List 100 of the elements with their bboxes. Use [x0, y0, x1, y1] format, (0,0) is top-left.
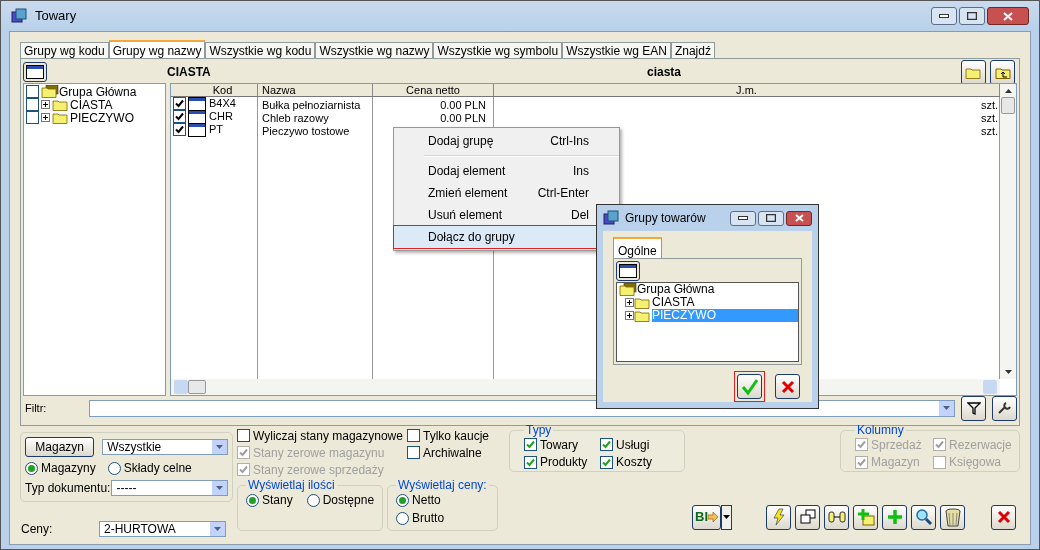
tree-item[interactable]: CIASTA	[70, 98, 113, 111]
expand-icon[interactable]	[41, 113, 50, 122]
checkbox[interactable]	[173, 97, 186, 110]
radio-button[interactable]	[396, 493, 410, 507]
checkbox-label: Księgowa	[949, 456, 1002, 468]
checkbox-label: Sprzedaż	[871, 438, 922, 451]
expand-icon[interactable]	[625, 311, 634, 320]
checkbox[interactable]	[600, 438, 613, 451]
add-group-button[interactable]	[853, 504, 878, 530]
checkbox[interactable]	[524, 438, 537, 451]
close-button[interactable]	[786, 210, 812, 226]
checkbox[interactable]	[173, 123, 186, 136]
checkbox-label: Tylko kaucje	[423, 429, 490, 442]
cancel-button[interactable]	[775, 374, 800, 399]
trash-icon	[943, 507, 962, 527]
tools-button[interactable]	[992, 395, 1017, 421]
tree-item[interactable]: Grupa Główna	[59, 85, 137, 98]
menu-item[interactable]: Dodaj grupę Ctrl-Ins	[394, 130, 619, 152]
radio-button[interactable]	[246, 493, 259, 507]
ok-button[interactable]	[737, 374, 762, 399]
table-cell: szt.	[980, 111, 998, 124]
table-cell: szt.	[980, 98, 998, 111]
close-button[interactable]	[991, 504, 1016, 530]
expand-icon[interactable]	[625, 298, 634, 307]
lightning-button[interactable]	[766, 504, 791, 530]
warehouse-select[interactable]: Wszystkie	[102, 439, 228, 455]
copy-button[interactable]	[795, 504, 820, 530]
table-cell-text: Pieczywo tostowe	[261, 124, 350, 137]
folders-icon	[619, 283, 637, 296]
tree-item[interactable]: Grupa Główna	[637, 283, 798, 296]
group-title: Wyświetlaj ceny:	[397, 479, 488, 491]
warehouse-button[interactable]: Magazyn	[25, 437, 95, 457]
window-icon	[619, 264, 637, 278]
tree-item[interactable]: PIECZYWO	[70, 111, 134, 124]
tab[interactable]: Grupy wg nazwy	[108, 40, 206, 58]
group-code: CIASTA	[167, 64, 212, 81]
vertical-scrollbar[interactable]	[1000, 84, 1016, 379]
tab[interactable]: Wszystkie wg kodu	[205, 42, 316, 58]
minimize-button[interactable]	[730, 210, 756, 226]
checkbox[interactable]	[26, 98, 39, 111]
folder-up-button[interactable]	[990, 59, 1015, 85]
view-button[interactable]	[616, 261, 640, 281]
checkbox[interactable]	[600, 455, 613, 469]
folder-icon	[964, 65, 983, 79]
trash-button[interactable]	[940, 504, 965, 530]
tab[interactable]: Ogólne	[613, 237, 662, 258]
checkbox[interactable]	[237, 429, 250, 442]
checkbox[interactable]	[407, 446, 420, 459]
doc-type-select[interactable]: -----	[111, 480, 228, 496]
add-button[interactable]	[882, 504, 907, 530]
column-header[interactable]: Nazwa	[258, 84, 373, 96]
scroll-thumb[interactable]	[1001, 97, 1015, 114]
expand-icon[interactable]	[41, 100, 50, 109]
column-header[interactable]: Kod	[188, 84, 258, 96]
radio-button[interactable]	[107, 461, 121, 475]
radio-button[interactable]	[306, 493, 320, 507]
menu-item[interactable]: Zmień element Ctrl-Enter	[394, 182, 619, 204]
link-button[interactable]	[824, 504, 849, 530]
close-button[interactable]	[987, 7, 1029, 25]
checkbox-label: Archiwalne	[423, 446, 482, 459]
folder-icon	[52, 98, 70, 111]
tree-item[interactable]: CIASTA	[652, 296, 798, 309]
tab[interactable]: Wszystkie wg nazwy	[315, 42, 434, 58]
wrench-icon	[997, 401, 1012, 415]
tab[interactable]: Znajdź	[670, 42, 715, 58]
table-cell-text: Bułka pełnoziarnista	[261, 98, 361, 111]
folder-icon	[634, 309, 652, 322]
checkbox-label: Wyliczaj stany magazynowe	[253, 429, 403, 442]
checkbox[interactable]	[524, 455, 537, 469]
tab[interactable]: Grupy wg kodu	[20, 42, 109, 58]
folder-button[interactable]	[961, 59, 986, 85]
group-title: Kolumny	[856, 424, 905, 436]
tab[interactable]: Wszystkie wg EAN	[562, 42, 671, 58]
checkbox-label: Produkty	[540, 456, 588, 468]
minimize-button[interactable]	[931, 7, 957, 25]
checkbox[interactable]	[26, 85, 39, 98]
column-header[interactable]: Cena netto	[373, 84, 494, 96]
item-icon	[188, 122, 206, 137]
radio-button[interactable]	[396, 511, 410, 525]
checkbox[interactable]	[173, 110, 186, 123]
folders-icon	[41, 85, 59, 98]
close-icon	[780, 379, 795, 394]
search-button[interactable]	[911, 504, 936, 530]
prices-select[interactable]: 2-HURTOWA	[99, 521, 226, 537]
filter-button[interactable]	[961, 395, 986, 421]
checkbox[interactable]	[26, 111, 39, 124]
checkmark-icon	[740, 377, 759, 396]
scroll-thumb[interactable]	[188, 380, 206, 394]
minimize-icon	[939, 14, 949, 18]
maximize-button[interactable]	[959, 7, 985, 25]
radio-button[interactable]	[25, 461, 38, 475]
dropdown-button[interactable]	[721, 504, 732, 530]
close-icon	[996, 510, 1011, 524]
checkbox[interactable]	[407, 429, 420, 442]
view-button[interactable]	[23, 62, 47, 82]
prices-label: Ceny:	[21, 521, 54, 538]
maximize-button[interactable]	[758, 210, 784, 226]
tab[interactable]: Wszystkie wg symbolu	[433, 42, 563, 58]
menu-item[interactable]: Dodaj element Ins	[394, 160, 619, 182]
bi-button[interactable]: BI	[692, 504, 721, 530]
